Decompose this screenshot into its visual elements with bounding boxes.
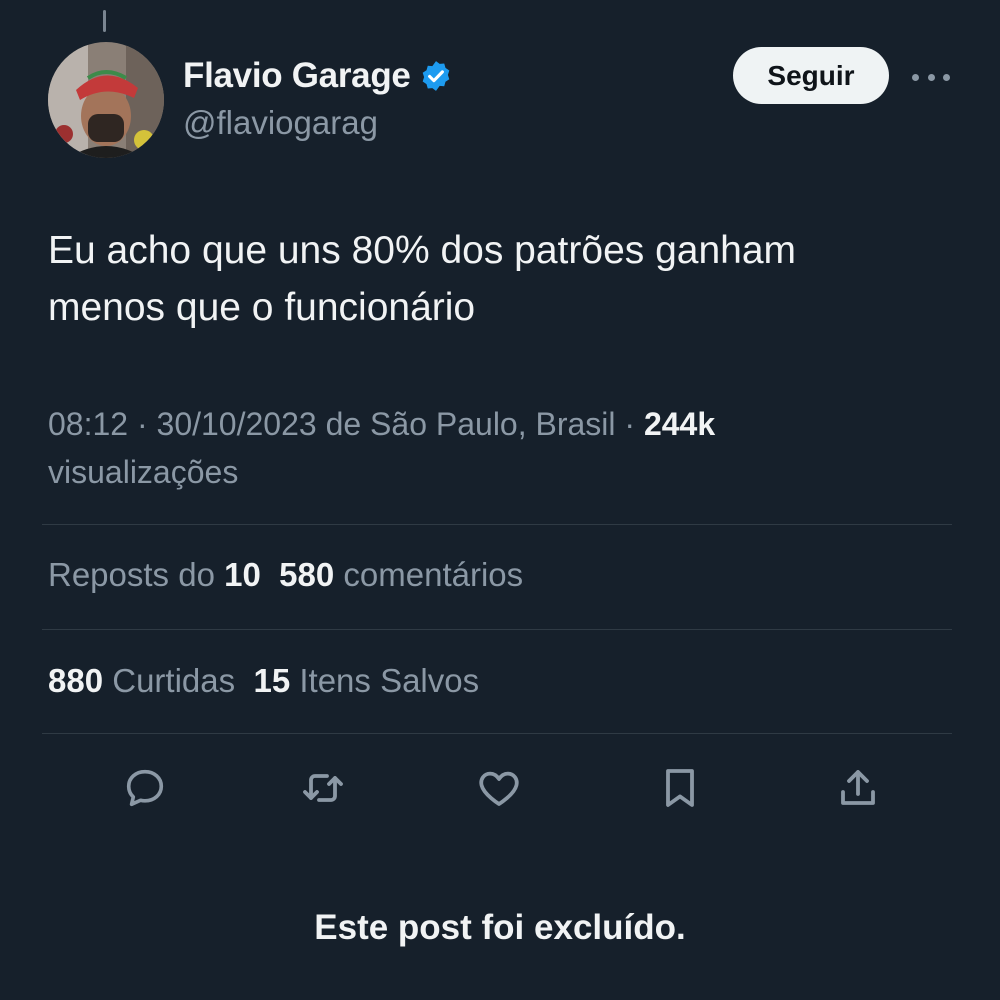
avatar-photo [48, 42, 164, 158]
reposts-stat[interactable]: Reposts do 10 [48, 556, 261, 593]
author-name-row: Flavio Garage [183, 52, 453, 100]
tweet-time[interactable]: 08:12 [48, 406, 128, 442]
reposts-count: 10 [224, 556, 261, 593]
views-label: visualizações [48, 454, 239, 490]
verified-badge-icon [419, 59, 453, 93]
tweet-detail-screen: Flavio Garage @flaviogarag Seguir Eu ach… [0, 0, 1000, 1000]
tweet-text: Eu acho que uns 80% dos patrões ganham m… [48, 222, 948, 336]
follow-button[interactable]: Seguir [733, 47, 889, 104]
share-icon[interactable] [833, 763, 883, 813]
comments-count: 580 [279, 556, 335, 593]
saves-stat[interactable]: 15 Itens Salvos [253, 662, 479, 699]
bookmark-icon[interactable] [655, 763, 705, 813]
more-options-icon[interactable] [912, 72, 950, 82]
likes-count: 880 [48, 662, 104, 699]
likes-saves-row: 880 Curtidas 15 Itens Salvos [48, 662, 479, 700]
likes-label: Curtidas [103, 662, 236, 699]
meta-separator: · [615, 406, 644, 442]
divider [42, 629, 952, 630]
reposts-label: Reposts do [48, 556, 225, 593]
action-bar [0, 763, 1000, 817]
reposts-comments-row: Reposts do 10 580 comentários [48, 556, 523, 594]
tweet-text-line-1: Eu acho que uns 80% dos patrões ganham [48, 229, 797, 272]
comments-stat[interactable]: 580 comentários [279, 556, 523, 593]
author-block: Flavio Garage @flaviogarag [183, 52, 453, 142]
divider [42, 733, 952, 734]
meta-separator: · [128, 406, 157, 442]
author-display-name[interactable]: Flavio Garage [183, 56, 411, 96]
tweet-date[interactable]: 30/10/2023 [157, 406, 317, 442]
deleted-post-notice: Este post foi excluído. [314, 908, 686, 947]
tweet-metadata: 08:12 · 30/10/2023 de São Paulo, Brasil … [48, 400, 948, 496]
author-handle[interactable]: @flaviogarag [183, 104, 453, 142]
tweet-text-line-2: menos que o funcionário [48, 286, 476, 329]
likes-stat[interactable]: 880 Curtidas [48, 662, 235, 699]
comments-label: comentários [334, 556, 524, 593]
reply-icon[interactable] [120, 763, 170, 813]
saves-count: 15 [253, 662, 291, 699]
like-icon[interactable] [474, 763, 524, 813]
tweet-location: de São Paulo, Brasil [316, 406, 616, 442]
avatar[interactable] [48, 42, 164, 158]
divider [42, 524, 952, 525]
thread-connector-line [103, 10, 106, 32]
repost-icon[interactable] [298, 763, 348, 813]
saves-label: Itens Salvos [290, 662, 480, 699]
views-count: 244k [643, 406, 716, 442]
